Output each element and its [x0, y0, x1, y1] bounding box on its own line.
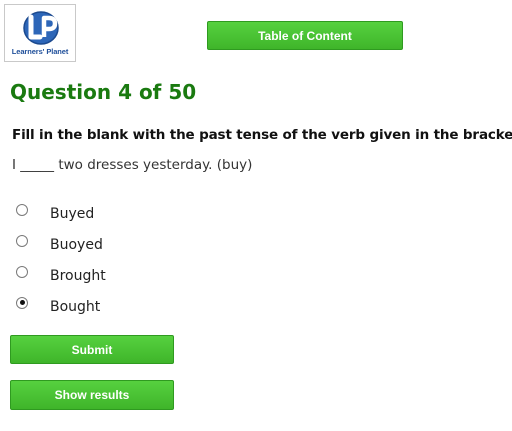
answer-options: Buyed Buoyed Brought Bought: [16, 198, 106, 322]
logo-globe-icon: [23, 11, 59, 45]
learners-planet-logo: Learners' Planet: [4, 4, 76, 62]
radio-button[interactable]: [16, 203, 28, 216]
answer-option-brought[interactable]: Brought: [16, 260, 106, 291]
table-of-content-button[interactable]: Table of Content: [207, 21, 403, 50]
option-label: Buyed: [50, 205, 95, 222]
logo-text: Learners' Planet: [11, 47, 69, 56]
question-title: Question 4 of 50: [10, 80, 197, 104]
question-instruction: Fill in the blank with the past tense of…: [12, 127, 512, 143]
answer-option-buoyed[interactable]: Buoyed: [16, 229, 106, 260]
submit-button[interactable]: Submit: [10, 335, 174, 364]
radio-button[interactable]: [16, 265, 28, 278]
option-label: Brought: [50, 267, 106, 284]
radio-button[interactable]: [16, 234, 28, 247]
question-prompt: I _____ two dresses yesterday. (buy): [12, 157, 253, 173]
radio-button-selected[interactable]: [16, 296, 28, 309]
answer-option-bought[interactable]: Bought: [16, 291, 106, 322]
option-label: Buoyed: [50, 236, 103, 253]
option-label: Bought: [50, 298, 101, 315]
answer-option-buyed[interactable]: Buyed: [16, 198, 106, 229]
show-results-button[interactable]: Show results: [10, 380, 174, 410]
